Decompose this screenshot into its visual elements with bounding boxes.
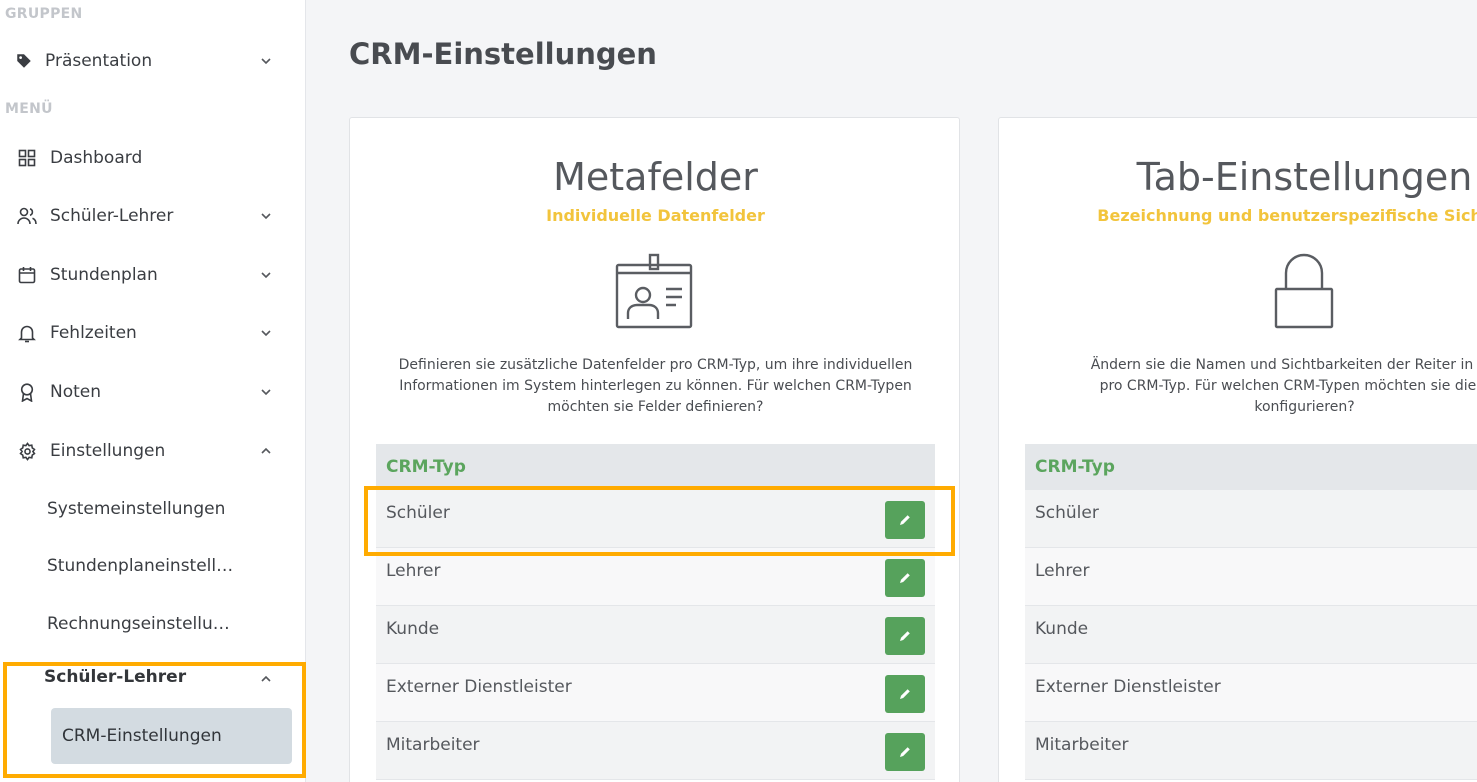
crm-type-cell: Externer Dienstleister	[1035, 677, 1221, 697]
edit-button[interactable]	[885, 617, 925, 655]
pencil-icon	[900, 689, 910, 699]
table-row: Externer Dienstleister	[1025, 664, 1477, 722]
sidebar-item-praesentation[interactable]: Präsentation	[0, 41, 290, 81]
pencil-icon	[900, 573, 910, 583]
chevron-up-icon[interactable]	[259, 672, 273, 686]
tab-einstellungen-card: Tab-Einstellungen Bezeichnung und benutz…	[998, 117, 1477, 782]
chevron-up-icon	[261, 447, 271, 454]
edit-button[interactable]	[885, 559, 925, 597]
crm-type-cell: Mitarbeiter	[386, 735, 480, 755]
chevron-down-icon	[261, 213, 271, 220]
card-title: Metafelder	[553, 155, 758, 199]
groups-section-label: GRUPPEN	[5, 6, 83, 22]
sidebar-item-noten[interactable]: Noten	[0, 372, 290, 412]
card-subtitle: Bezeichnung und benutzerspezifische Sich…	[1097, 206, 1477, 225]
table-row: Lehrer	[376, 548, 935, 606]
table-row: Mitarbeiter	[1025, 722, 1477, 780]
table-row: Lehrer	[1025, 548, 1477, 606]
table-row: Schüler	[376, 490, 935, 548]
sidebar-item-einstellungen[interactable]: Einstellungen	[0, 431, 290, 471]
table-header: CRM-Typ	[376, 444, 935, 490]
pencil-icon	[900, 515, 910, 525]
sidebar-subitem-systemeinstellungen[interactable]: Systemeinstellungen	[47, 493, 287, 525]
table-row: Kunde	[376, 606, 935, 664]
users-icon	[17, 206, 37, 226]
crm-type-cell: Schüler	[1035, 503, 1099, 523]
sidebar-item-fehlzeiten[interactable]: Fehlzeiten	[0, 313, 290, 353]
table-row: Kunde	[1025, 606, 1477, 664]
dashboard-grid-icon	[17, 148, 37, 168]
card-title: Tab-Einstellungen	[1136, 155, 1473, 199]
pencil-icon	[900, 747, 910, 757]
tag-icon	[14, 51, 34, 71]
sidebar-item-label: Stundenplan	[50, 265, 158, 285]
card-description: Definieren sie zusätzliche Datenfelder p…	[398, 357, 913, 415]
sidebar-subgroup-schueler-lehrer[interactable]: Schüler-Lehrer	[44, 667, 186, 687]
chevron-down-icon	[261, 330, 271, 337]
crm-type-table: CRM-Typ Schüler Lehrer Kunde Externer Di…	[1025, 444, 1477, 782]
id-badge-icon	[615, 253, 693, 329]
sidebar-item-label: Noten	[50, 382, 102, 402]
sidebar-item-dashboard[interactable]: Dashboard	[0, 138, 290, 178]
page-title: CRM-Einstellungen	[349, 37, 657, 71]
metafelder-card: Metafelder Individuelle Datenfelder Defi…	[349, 117, 960, 782]
edit-button[interactable]	[885, 675, 925, 713]
sidebar-item-label: Schüler-Lehrer	[50, 206, 174, 226]
chevron-down-icon	[261, 389, 271, 396]
crm-type-cell: Externer Dienstleister	[386, 677, 572, 697]
chevron-down-icon	[261, 58, 271, 65]
gear-icon	[17, 441, 37, 461]
bell-icon	[17, 323, 37, 343]
table-row: Schüler	[1025, 490, 1477, 548]
sidebar-item-label: Fehlzeiten	[50, 323, 137, 343]
crm-type-cell: Lehrer	[1035, 561, 1090, 581]
chevron-down-icon	[261, 272, 271, 279]
card-subtitle: Individuelle Datenfelder	[546, 206, 765, 225]
lock-icon	[1274, 253, 1334, 329]
sidebar-item-stundenplan[interactable]: Stundenplan	[0, 255, 290, 295]
table-row: Externer Dienstleister	[376, 664, 935, 722]
crm-type-cell: Schüler	[386, 503, 450, 523]
crm-type-cell: Kunde	[1035, 619, 1089, 639]
edit-button[interactable]	[885, 733, 925, 771]
sidebar-item-label: Einstellungen	[50, 441, 166, 461]
calendar-icon	[17, 265, 37, 285]
menu-section-label: MENÜ	[5, 101, 53, 117]
crm-type-table: CRM-Typ Schüler Lehrer Kunde Externer Di…	[376, 444, 935, 782]
sidebar-subitem-stundenplaneinstellungen[interactable]: Stundenplaneinstell…	[47, 550, 287, 582]
sidebar: GRUPPEN Präsentation MENÜ Dashboard Schü…	[0, 0, 306, 782]
pencil-icon	[900, 631, 910, 641]
award-icon	[17, 382, 37, 402]
sidebar-item-crm-einstellungen[interactable]: CRM-Einstellungen	[51, 708, 292, 764]
card-description: Ändern sie die Namen und Sichtbarkeiten …	[1090, 357, 1477, 415]
crm-type-cell: Mitarbeiter	[1035, 735, 1129, 755]
sidebar-item-label: Dashboard	[50, 148, 143, 168]
crm-type-cell: Kunde	[386, 619, 440, 639]
table-row: Mitarbeiter	[376, 722, 935, 780]
edit-button[interactable]	[885, 501, 925, 539]
table-header: CRM-Typ	[1025, 444, 1477, 490]
crm-type-cell: Lehrer	[386, 561, 441, 581]
sidebar-subitem-rechnungseinstellungen[interactable]: Rechnungseinstellu…	[47, 608, 287, 640]
app: GRUPPEN Präsentation MENÜ Dashboard Schü…	[0, 0, 1477, 782]
sidebar-item-label: Präsentation	[45, 51, 153, 71]
sidebar-item-schueler-lehrer[interactable]: Schüler-Lehrer	[0, 196, 290, 236]
